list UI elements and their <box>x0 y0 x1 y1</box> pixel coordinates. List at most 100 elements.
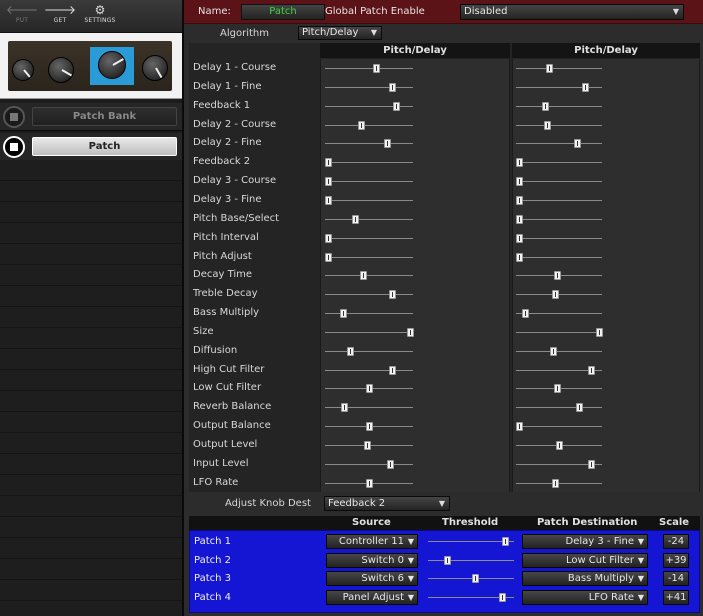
slider-handle[interactable] <box>325 177 332 187</box>
slider-handle[interactable] <box>552 478 559 488</box>
slider-track[interactable] <box>516 86 602 88</box>
destination-dropdown[interactable]: Delay 3 - Fine ▼ <box>522 534 648 549</box>
get-button[interactable]: 🡒 GET <box>42 4 78 30</box>
slider-handle[interactable] <box>596 327 603 337</box>
slider-handle[interactable] <box>549 346 557 356</box>
slider-handle[interactable] <box>516 422 523 432</box>
slider-track[interactable] <box>325 313 413 315</box>
slider-track[interactable] <box>516 256 602 258</box>
source-dropdown[interactable]: Switch 0 ▼ <box>326 552 418 568</box>
threshold-track[interactable] <box>428 559 514 561</box>
slider-track[interactable] <box>325 256 413 258</box>
slider-handle[interactable] <box>339 309 347 319</box>
slider-track[interactable] <box>325 331 413 333</box>
slider-track[interactable] <box>516 350 602 352</box>
slider-handle[interactable] <box>386 459 394 469</box>
slider-track[interactable] <box>325 86 413 88</box>
slider-track[interactable] <box>516 143 602 145</box>
slider-track[interactable] <box>325 199 413 201</box>
slider-handle[interactable] <box>516 233 523 243</box>
slider-handle[interactable] <box>347 346 355 356</box>
patch-bank-indicator[interactable] <box>3 106 25 128</box>
slider-track[interactable] <box>325 407 413 409</box>
slider-handle[interactable] <box>388 82 396 92</box>
slider-handle[interactable] <box>546 64 554 73</box>
slider-handle[interactable] <box>325 233 332 243</box>
scale-field[interactable]: -14 <box>663 571 689 587</box>
slider-track[interactable] <box>325 68 413 69</box>
slider-handle[interactable] <box>556 441 563 450</box>
slider-track[interactable] <box>325 275 413 277</box>
threshold-track[interactable] <box>428 578 514 580</box>
adjust-knob-dest-dropdown[interactable]: Feedback 2 ▼ <box>324 496 450 511</box>
slider-track[interactable] <box>325 181 413 183</box>
source-dropdown[interactable]: Controller 11 ▼ <box>326 534 418 549</box>
slider-handle[interactable] <box>360 271 368 281</box>
slider-handle[interactable] <box>581 82 589 92</box>
slider-handle[interactable] <box>553 271 561 281</box>
slider-handle[interactable] <box>522 309 530 319</box>
slider-track[interactable] <box>516 482 602 484</box>
slider-track[interactable] <box>325 124 413 126</box>
patch-bank-button[interactable]: Patch Bank <box>32 107 177 126</box>
slider-handle[interactable] <box>372 64 380 73</box>
global-enable-dropdown[interactable]: Disabled ▼ <box>460 4 684 20</box>
threshold-handle[interactable] <box>502 537 510 546</box>
slider-track[interactable] <box>325 162 413 164</box>
slider-handle[interactable] <box>384 139 392 149</box>
slider-track[interactable] <box>325 369 413 371</box>
slider-handle[interactable] <box>516 252 523 262</box>
slider-handle[interactable] <box>393 101 401 111</box>
slider-track[interactable] <box>325 143 413 145</box>
threshold-track[interactable] <box>428 541 514 542</box>
slider-handle[interactable] <box>364 441 372 450</box>
slider-handle[interactable] <box>576 403 583 413</box>
algorithm-dropdown[interactable]: Pitch/Delay ▼ <box>298 26 382 40</box>
slider-handle[interactable] <box>366 422 373 432</box>
patch-name-field[interactable]: Patch <box>241 4 325 20</box>
slider-handle[interactable] <box>544 120 551 130</box>
slider-handle[interactable] <box>407 327 414 337</box>
slider-track[interactable] <box>516 237 602 239</box>
slider-track[interactable] <box>516 162 602 164</box>
scale-field[interactable]: -24 <box>663 534 689 549</box>
source-dropdown[interactable]: Panel Adjust ▼ <box>326 590 418 606</box>
threshold-handle[interactable] <box>499 593 507 603</box>
slider-handle[interactable] <box>325 195 332 205</box>
source-dropdown[interactable]: Switch 6 ▼ <box>326 571 418 587</box>
slider-handle[interactable] <box>588 459 595 469</box>
threshold-handle[interactable] <box>444 555 451 565</box>
slider-handle[interactable] <box>552 290 559 300</box>
destination-dropdown[interactable]: Bass Multiply ▼ <box>522 571 648 587</box>
slider-track[interactable] <box>516 181 602 183</box>
destination-dropdown[interactable]: LFO Rate ▼ <box>522 590 648 606</box>
slider-track[interactable] <box>325 218 413 220</box>
slider-handle[interactable] <box>588 365 595 375</box>
slider-track[interactable] <box>325 237 413 239</box>
slider-track[interactable] <box>516 407 602 409</box>
slider-track[interactable] <box>516 426 602 428</box>
scale-field[interactable]: +39 <box>663 552 689 568</box>
slider-handle[interactable] <box>388 365 396 375</box>
slider-track[interactable] <box>516 294 602 296</box>
slider-handle[interactable] <box>325 252 332 262</box>
slider-handle[interactable] <box>573 139 581 149</box>
slider-handle[interactable] <box>357 120 365 130</box>
put-button[interactable]: 🡐 PUT <box>4 4 40 30</box>
slider-track[interactable] <box>516 68 602 69</box>
slider-track[interactable] <box>516 124 602 126</box>
slider-handle[interactable] <box>542 101 550 111</box>
slider-handle[interactable] <box>554 384 562 394</box>
slider-handle[interactable] <box>516 158 523 168</box>
slider-handle[interactable] <box>352 214 360 224</box>
slider-handle[interactable] <box>388 290 396 300</box>
scale-field[interactable]: +41 <box>663 590 689 606</box>
slider-track[interactable] <box>325 294 413 296</box>
slider-track[interactable] <box>516 105 602 107</box>
patch-button[interactable]: Patch <box>32 137 177 156</box>
slider-track[interactable] <box>325 463 413 465</box>
slider-handle[interactable] <box>366 478 373 488</box>
slider-track[interactable] <box>516 331 602 333</box>
slider-track[interactable] <box>325 350 413 352</box>
destination-dropdown[interactable]: Low Cut Filter ▼ <box>522 552 648 568</box>
